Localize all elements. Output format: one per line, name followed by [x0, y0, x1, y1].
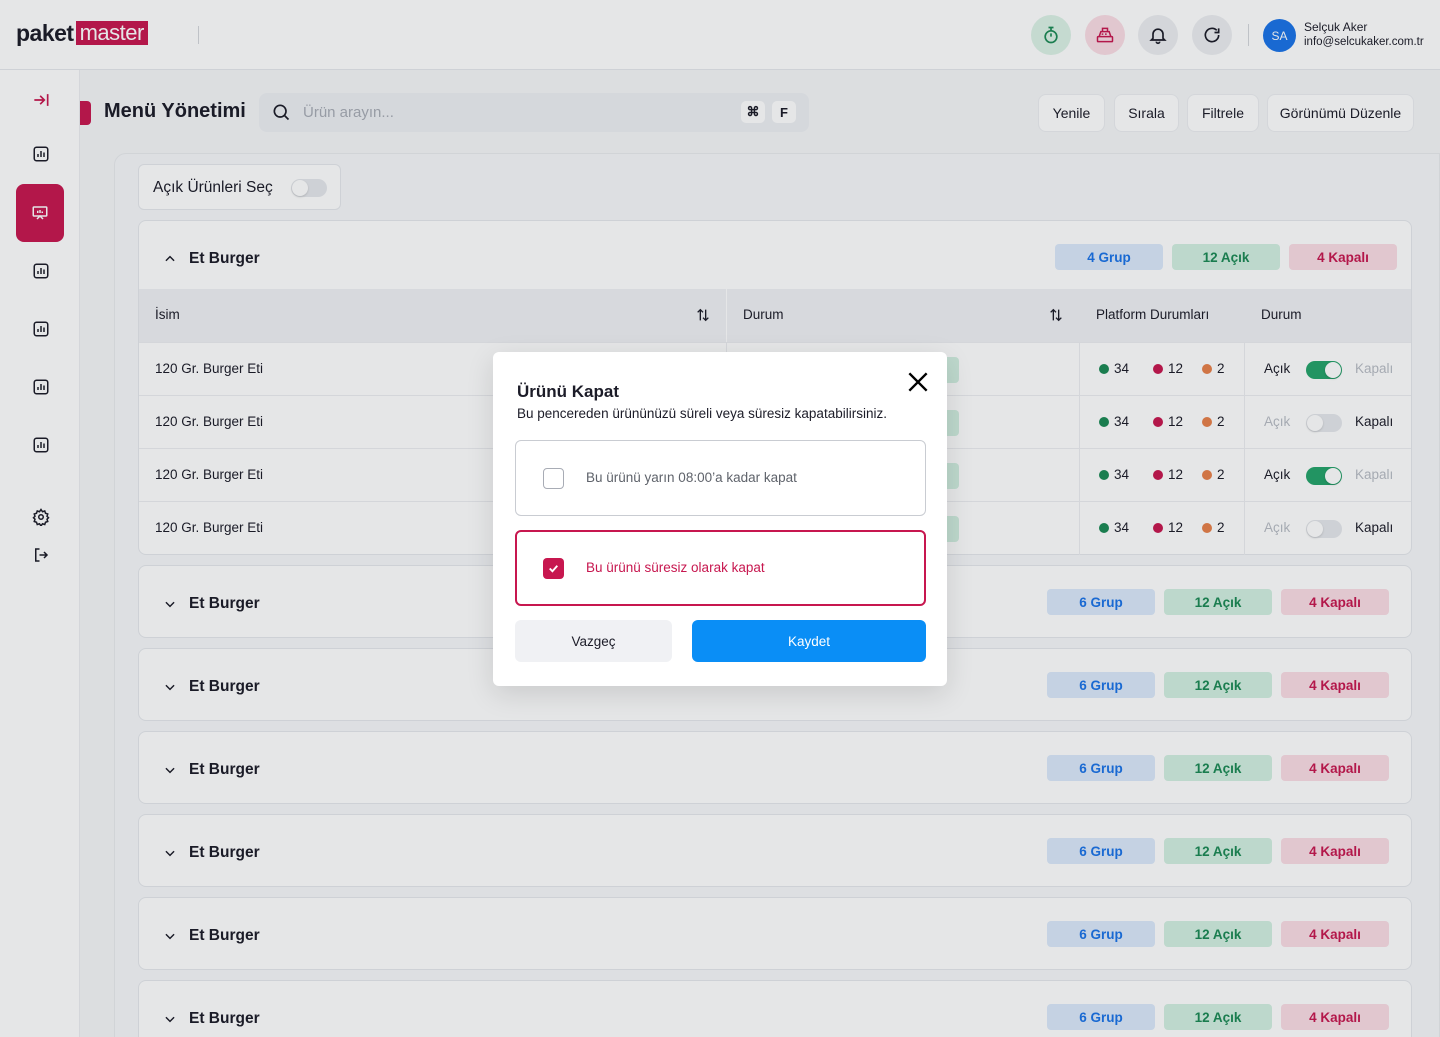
cancel-button[interactable]: Vazgeç: [515, 620, 672, 662]
close-indefinitely-checkbox[interactable]: [543, 558, 564, 579]
check-icon: [549, 565, 558, 573]
close-until-tomorrow-label: Bu ürünü yarın 08:00’a kadar kapat: [586, 470, 797, 485]
modal-subtitle: Bu pencereden ürününüzü süreli veya süre…: [517, 406, 887, 421]
modal-title: Ürünü Kapat: [517, 382, 619, 401]
close-icon[interactable]: [905, 369, 931, 395]
close-until-tomorrow-option[interactable]: Bu ürünü yarın 08:00’a kadar kapat: [515, 440, 926, 516]
close-until-tomorrow-checkbox[interactable]: [543, 468, 564, 489]
close-product-modal: Ürünü Kapat Bu pencereden ürününüzü süre…: [493, 352, 947, 686]
close-indefinitely-label: Bu ürünü süresiz olarak kapat: [586, 560, 765, 575]
save-button[interactable]: Kaydet: [692, 620, 926, 662]
close-indefinitely-option[interactable]: Bu ürünü süresiz olarak kapat: [515, 530, 926, 606]
